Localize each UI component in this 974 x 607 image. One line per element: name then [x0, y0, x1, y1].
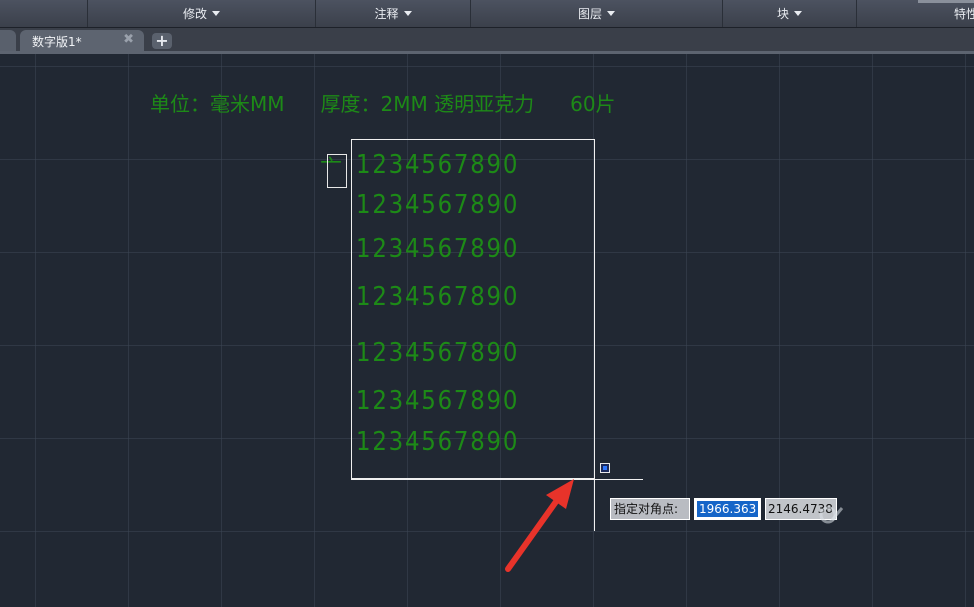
- ribbon-panel-draw[interactable]: [0, 0, 88, 27]
- ribbon-panel-modify-label: 修改: [182, 7, 207, 21]
- tab-active-document[interactable]: 数字版1* ✖: [20, 30, 144, 52]
- watermark-logo-icon: [818, 504, 844, 528]
- close-icon[interactable]: ✖: [123, 32, 134, 47]
- coordinate-x-value: 1966.363: [697, 501, 758, 517]
- coordinate-x-input[interactable]: 1966.363: [694, 498, 761, 520]
- ribbon-edge-strip: [918, 0, 974, 3]
- drawing-canvas[interactable]: 单位：毫米MM 厚度：2MM 透明亚克力 60片 亠 1234567890 1234…: [0, 54, 974, 607]
- arrow-head: [546, 479, 574, 509]
- ribbon-panel-annotate[interactable]: 注释: [316, 0, 471, 27]
- tab-previous-document[interactable]: [0, 30, 16, 52]
- new-tab-button[interactable]: +: [152, 33, 172, 49]
- ribbon-panel-properties[interactable]: 特性: [857, 0, 974, 27]
- tab-label: 数字版1*: [32, 35, 82, 49]
- ribbon-panel-layers[interactable]: 图层: [471, 0, 723, 27]
- arrow-shaft: [505, 493, 563, 572]
- watermark-shape: [819, 506, 844, 524]
- document-tab-bar: 数字版1* ✖ +: [0, 28, 974, 52]
- ribbon-panel-properties-label: 特性: [953, 7, 974, 21]
- chevron-down-icon: [403, 11, 412, 16]
- ribbon-panel-annotate-label: 注释: [374, 7, 399, 21]
- ribbon-panel-block[interactable]: 块: [723, 0, 857, 27]
- chevron-down-icon: [212, 11, 220, 16]
- dynamic-input-prompt: 指定对角点:: [610, 498, 690, 520]
- chevron-down-icon: [794, 11, 802, 16]
- ribbon-panel-modify[interactable]: 修改: [88, 0, 316, 27]
- ribbon-panel-bar: 修改 注释 图层 块 特性: [0, 0, 974, 28]
- ribbon-panel-block-label: 块: [776, 7, 789, 21]
- ribbon-panel-layers-label: 图层: [577, 7, 602, 21]
- chevron-down-icon: [607, 11, 615, 16]
